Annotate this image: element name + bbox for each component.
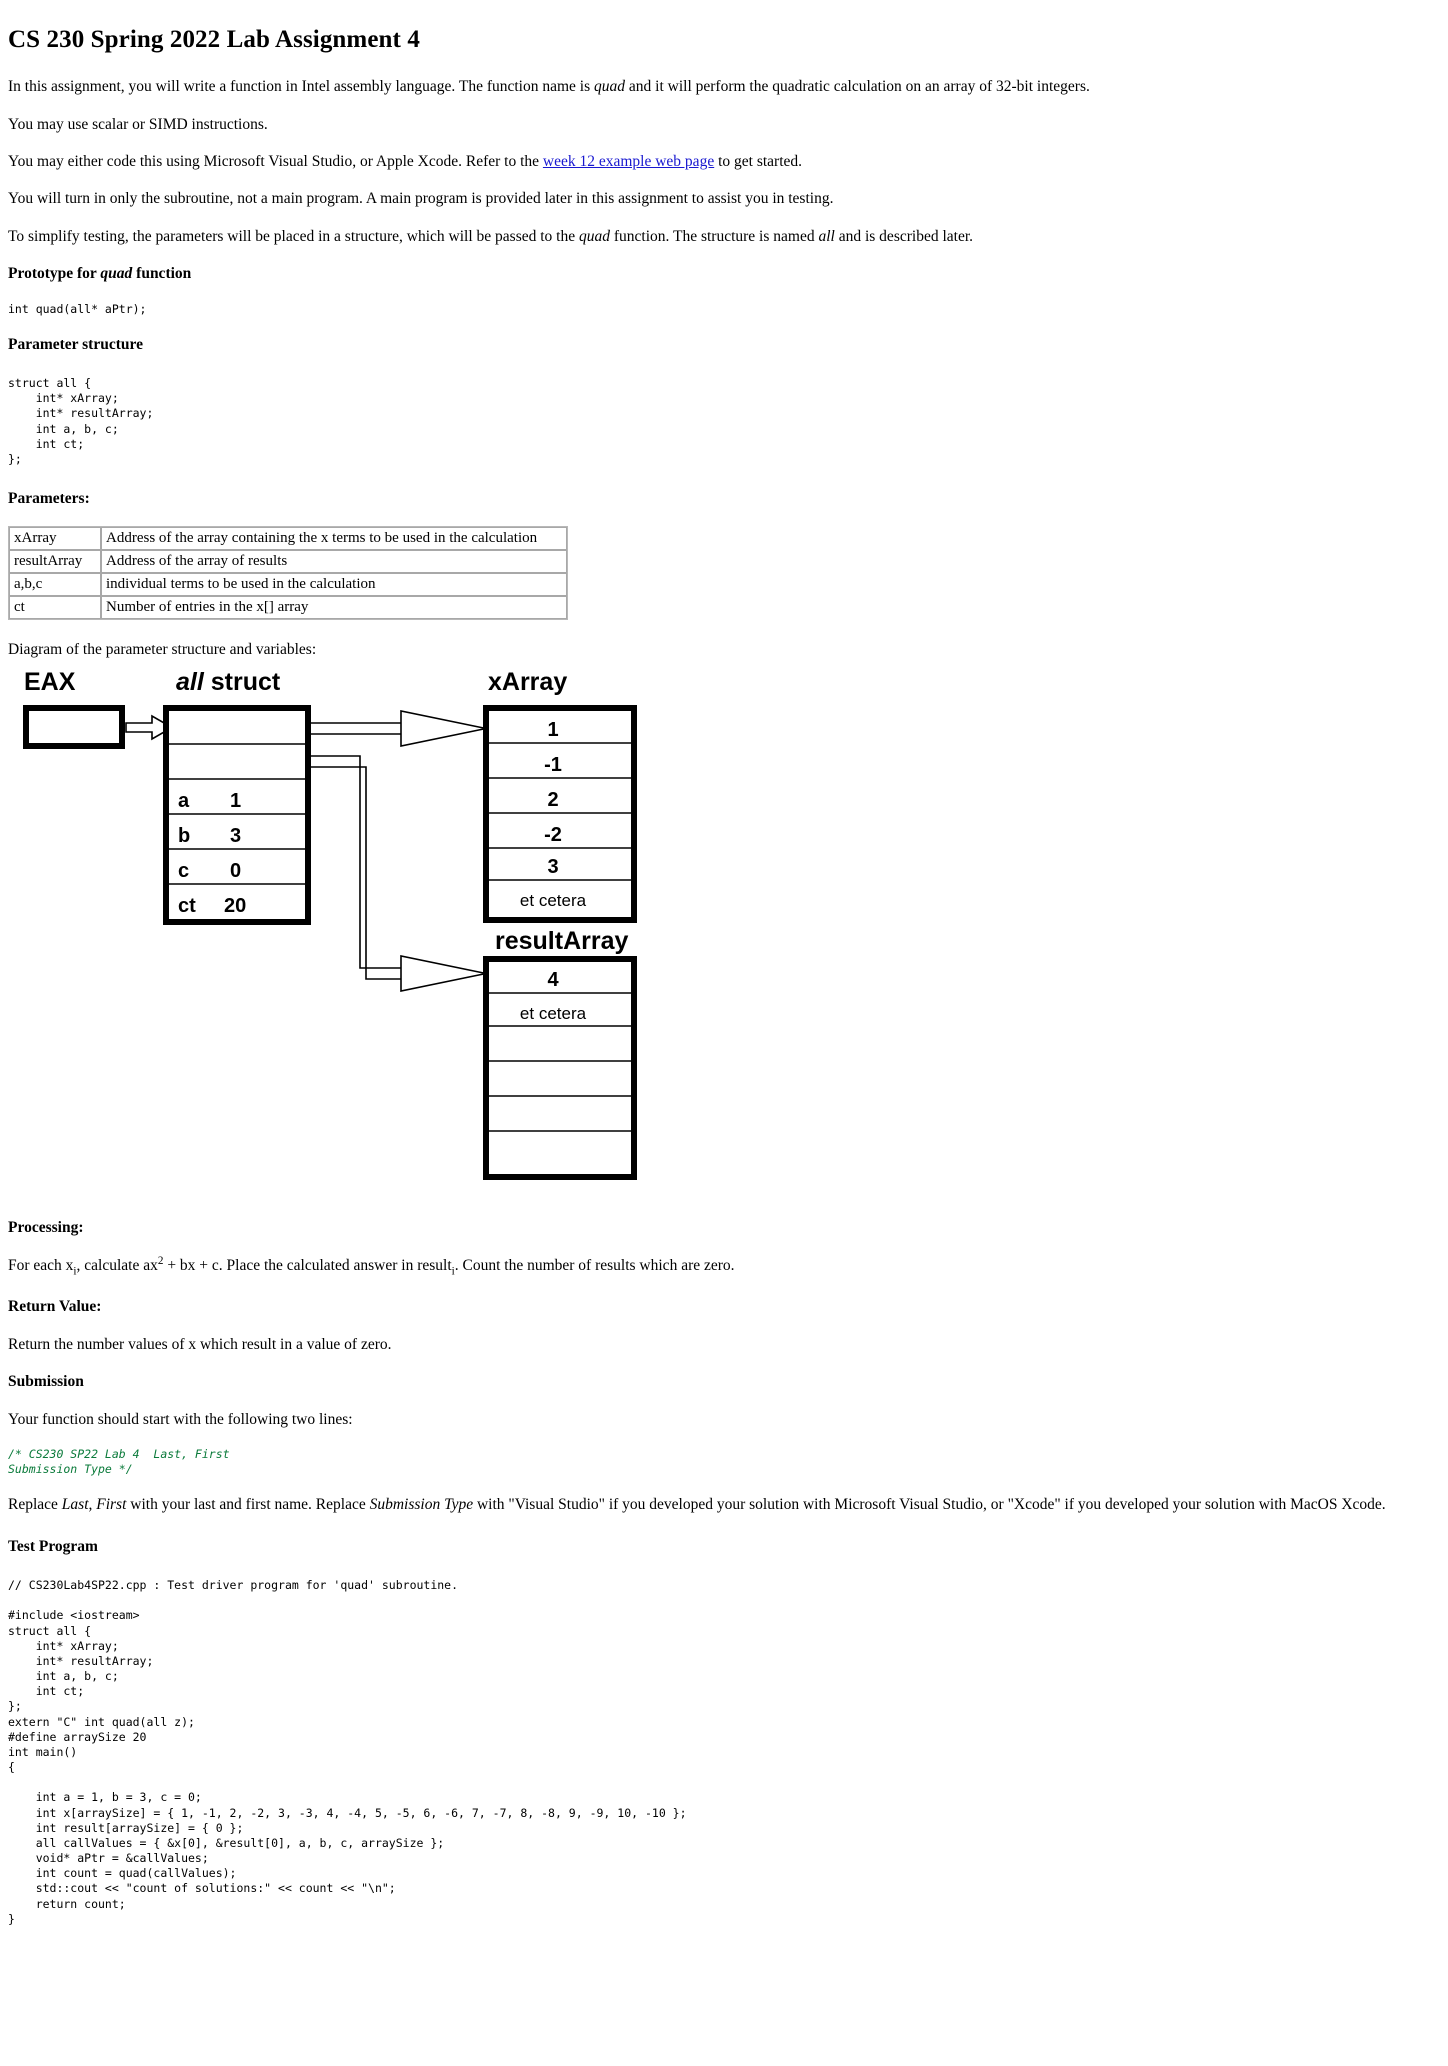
submission-replace-part-a: Replace [8,1496,62,1514]
prototype-heading-part-a: Prototype for [8,265,101,283]
parameter-desc: Address of the array containing the x te… [101,527,567,551]
intro-p1-part-a: In this assignment, you will write a fun… [8,78,595,96]
struct-field-name-ct: ct [178,895,196,917]
table-row: a,b,c individual terms to be used in the… [9,573,567,597]
submission-heading: Submission [8,1373,84,1391]
intro-paragraph-3: You may either code this using Microsoft… [8,152,1438,171]
xarray-cell-0: 1 [547,719,558,741]
submission-replace-part-c: with "Visual Studio" if you developed yo… [473,1496,1386,1514]
intro-paragraph-4: You will turn in only the subroutine, no… [8,190,834,208]
intro-p3-part-a: You may either code this using Microsoft… [8,153,543,170]
pointer-line-resultarray-bottom [308,766,403,980]
parameter-desc: Number of entries in the x[] array [101,596,567,620]
intro-p5-part-c: and is described later. [834,227,974,245]
prototype-heading: Prototype for quad function [8,264,1438,283]
xarray-cell-4: 3 [547,856,558,878]
document-page: CS 230 Spring 2022 Lab Assignment 4 In t… [0,0,1448,1985]
xarray-cell-5: et cetera [520,891,587,910]
pointer-line-resultarray-top [308,755,403,969]
parameter-key: a,b,c [9,573,101,597]
table-row: xArray Address of the array containing t… [9,527,567,551]
parameter-key: resultArray [9,550,101,574]
xarray-cell-3: -2 [544,824,562,846]
diagram-resultarray-label: resultArray [495,927,628,955]
resultarray-cell-1: et cetera [520,1004,587,1023]
page-title: CS 230 Spring 2022 Lab Assignment 4 [8,26,420,53]
intro-p3-part-b: to get started. [714,153,803,170]
week-12-example-link[interactable]: week 12 example web page [543,153,714,170]
intro-p1-function-name: quad [594,78,626,96]
submission-code-block: /* CS230 SP22 Lab 4 Last, First Submissi… [8,1446,230,1477]
struct-field-name-a: a [178,790,190,812]
xarray-cell-1: -1 [544,754,562,776]
processing-part-d: . Count the number of results which are … [454,1257,735,1275]
diagram-eax-label: EAX [24,668,76,696]
diagram-struct-label: all struct [176,668,281,696]
parameter-structure-heading: Parameter structure [8,335,143,353]
intro-paragraph-5: To simplify testing, the parameters will… [8,227,1438,246]
test-program-heading: Test Program [8,1537,98,1555]
processing-part-a: For each x [8,1257,74,1275]
prototype-heading-part-b: function [132,265,192,283]
test-program-code-block: // CS230Lab4SP22.cpp : Test driver progr… [8,1577,687,1926]
struct-field-value-b: 3 [230,825,241,847]
parameter-desc: Address of the array of results [101,550,567,574]
diagram-caption: Diagram of the parameter structure and v… [8,641,317,659]
xarray-cell-2: 2 [547,789,558,811]
intro-paragraph-1: In this assignment, you will write a fun… [8,77,1438,96]
struct-field-name-b: b [178,825,190,847]
parameters-table: xArray Address of the array containing t… [8,526,568,621]
all-struct-box [163,704,311,925]
intro-p5-function-name: quad [578,227,610,245]
resultarray-box [483,955,637,1180]
struct-field-value-a: 1 [230,790,241,812]
intro-p5-part-a: To simplify testing, the parameters will… [8,227,579,245]
intro-p1-part-b: and it will perform the quadratic calcul… [625,78,1090,96]
intro-p5-struct-name: all [818,227,835,245]
table-row: ct Number of entries in the x[] array [9,596,567,620]
diagram-struct-label-rest: struct [204,668,281,696]
submission-italic-submission-type: Submission Type [369,1496,474,1514]
parameter-structure-code-block: struct all { int* xArray; int* resultArr… [8,376,154,466]
struct-field-value-ct: 20 [224,895,246,917]
prototype-heading-function: quad [100,265,133,283]
parameter-key: xArray [9,527,101,551]
processing-part-b: , calculate ax [76,1257,158,1275]
processing-heading: Processing: [8,1218,84,1236]
parameters-table-body: xArray Address of the array containing t… [9,527,567,620]
processing-part-c: + bx + c. Place the calculated answer in… [163,1257,452,1275]
struct-field-value-c: 0 [230,860,241,882]
submission-replace-part-b: with your last and first name. Replace [126,1496,370,1514]
xarray-box [483,704,637,923]
parameter-structure-diagram: EAX all struct xArray a 1 b 3 c 0 ct 20 [8,666,908,1196]
return-value-text: Return the number values of x which resu… [8,1335,392,1353]
parameters-heading: Parameters: [8,490,90,508]
diagram-xarray-label: xArray [488,668,567,696]
intro-p5-part-b: function. The structure is named [609,227,819,245]
parameter-desc: individual terms to be used in the calcu… [101,573,567,597]
struct-field-name-c: c [178,860,189,882]
parameter-key: ct [9,596,101,620]
intro-paragraph-2: You may use scalar or SIMD instructions. [8,115,268,133]
table-row: resultArray Address of the array of resu… [9,550,567,574]
eax-register-box [23,704,125,749]
arrow-head-resultarray [400,954,487,992]
diagram-struct-label-italic: all [176,668,205,696]
submission-replace-text: Replace Last, First with your last and f… [8,1495,1438,1514]
return-value-heading: Return Value: [8,1298,102,1316]
submission-italic-last-first: Last, First [61,1496,127,1514]
resultarray-cell-0: 4 [547,969,559,991]
diagram-svg: EAX all struct xArray a 1 b 3 c 0 ct 20 [23,668,637,1180]
processing-text: For each xi, calculate ax2 + bx + c. Pla… [8,1255,1438,1279]
prototype-code-block: int quad(all* aPtr); [8,301,147,316]
arrow-head-xarray [400,709,487,747]
submission-instruction: Your function should start with the foll… [8,1410,353,1428]
